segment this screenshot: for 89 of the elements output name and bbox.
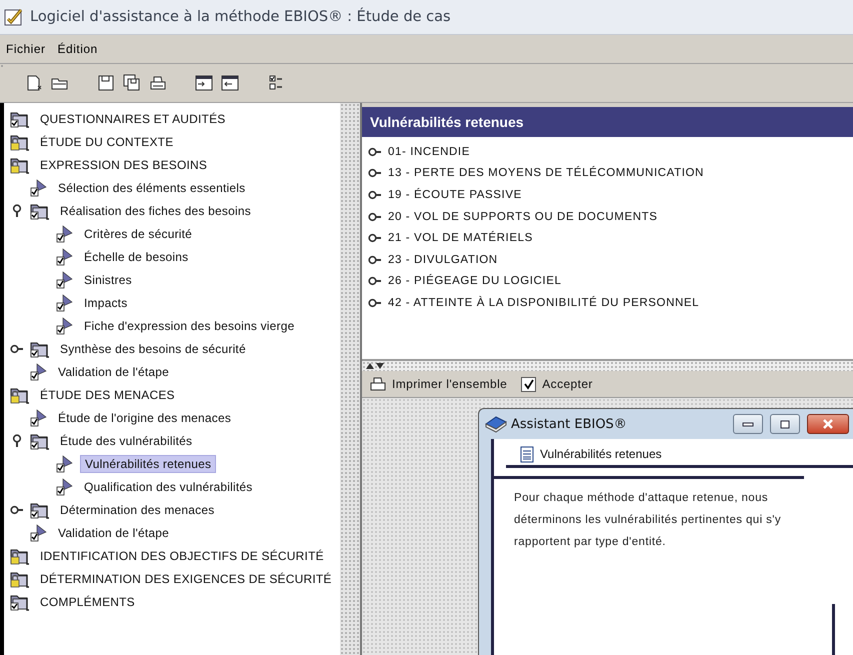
checked-folder-icon [30, 340, 50, 358]
expanded-toggle-icon[interactable] [12, 204, 22, 218]
list-item[interactable]: 21 - VOL DE MATÉRIELS [388, 232, 533, 244]
print-all-link[interactable]: Imprimer l'ensemble [392, 377, 508, 391]
tree-item[interactable]: Détermination des menaces [56, 502, 218, 518]
list-item[interactable]: 01- INCENDIE [388, 146, 470, 158]
tree-item[interactable]: Réalisation des fiches des besoins [56, 202, 255, 218]
tree-item[interactable]: Échelle de besoins [80, 248, 192, 264]
tree-item[interactable]: Validation de l'étape [54, 524, 174, 540]
window-title: Logiciel d'assistance à la méthode EBIOS® : Étude de cas [30, 9, 451, 25]
tree-item[interactable]: COMPLÉMENTS [36, 594, 139, 610]
tree-item[interactable]: QUESTIONNAIRES ET AUDITÉS [36, 110, 230, 126]
list-item[interactable]: 19 - ÉCOUTE PASSIVE [388, 188, 522, 201]
checked-step-icon [30, 408, 48, 426]
locked-folder-icon [10, 570, 30, 588]
tree-item[interactable]: Qualification des vulnérabilités [80, 478, 256, 494]
checked-step-icon [30, 524, 48, 542]
panel-header: Vulnérabilités retenues [362, 107, 853, 137]
tree-item[interactable]: Synthèse des besoins de sécurité [56, 340, 250, 356]
tree-item[interactable]: EXPRESSION DES BESOINS [36, 156, 212, 172]
checked-step-icon [56, 294, 74, 312]
tree-item[interactable]: Validation de l'étape [54, 364, 174, 380]
list-item[interactable]: 13 - PERTE DES MOYENS DE TÉLÉCOMMUNICATION [388, 167, 704, 180]
window-arrow-right-icon[interactable] [194, 73, 214, 93]
checked-step-icon [56, 270, 74, 288]
document-icon [520, 446, 534, 462]
locked-folder-icon [10, 156, 30, 174]
locked-folder-icon [10, 386, 30, 404]
checked-folder-icon [10, 110, 30, 128]
accept-checkbox[interactable] [521, 376, 536, 392]
down-arrow-icon[interactable] [376, 363, 384, 369]
checked-step-icon [30, 178, 48, 196]
minimize-button[interactable] [733, 414, 763, 434]
tree-item[interactable]: Sélection des éléments essentiels [54, 180, 250, 196]
tree-item[interactable]: Impacts [80, 294, 132, 310]
floppy-disks-icon[interactable] [122, 73, 142, 93]
checked-step-icon [56, 316, 74, 334]
tree-item[interactable]: Sinistres [80, 272, 136, 288]
close-button[interactable] [807, 414, 849, 434]
list-item[interactable]: 23 - DIVULGATION [388, 254, 498, 266]
checked-step-icon [56, 478, 74, 496]
description-text: Pour chaque méthode d'attaque retenue, nous déterminons les vulnérabilités pertinentes qui s'y rapportent par type d'entité. [513, 491, 782, 550]
checked-step-icon [56, 454, 74, 472]
checked-step-icon [30, 362, 48, 380]
maximize-button[interactable] [770, 414, 800, 434]
locked-folder-icon [10, 546, 30, 564]
close-icon [822, 419, 834, 429]
key-bullet-icon [368, 233, 382, 244]
checkbox-label: Accepter [542, 377, 593, 391]
locked-folder-icon [10, 132, 30, 150]
list-item[interactable]: 42 - ATTEINTE À LA DISPONIBILITÉ DU PERSONNEL [388, 296, 700, 309]
checked-folder-icon [30, 432, 50, 450]
key-bullet-icon [368, 168, 382, 178]
window-arrow-left-icon[interactable] [220, 73, 240, 93]
key-bullet-icon [368, 190, 382, 200]
checked-folder-icon [10, 592, 30, 610]
printer-icon[interactable] [370, 376, 386, 392]
list-item[interactable]: 20 - VOL DE SUPPORTS OU DE DOCUMENTS [388, 210, 658, 223]
checked-step-icon [56, 248, 74, 266]
key-bullet-icon [368, 146, 382, 157]
tree-item[interactable]: IDENTIFICATION DES OBJECTIFS DE SÉCURITÉ [36, 548, 328, 564]
tree-item[interactable]: Étude des vulnérabilités [56, 432, 196, 448]
up-arrow-icon[interactable] [366, 363, 374, 369]
dialog-title: Assistant EBIOS® [511, 416, 628, 432]
checked-folder-icon [30, 202, 50, 220]
key-bullet-icon [368, 212, 382, 222]
key-bullet-icon [368, 254, 382, 265]
book-icon [485, 415, 507, 433]
checked-folder-icon [30, 500, 50, 518]
tree-item[interactable]: ÉTUDE DU CONTEXTE [36, 134, 178, 150]
maximize-icon [780, 420, 790, 428]
list-item[interactable]: 26 - PIÉGEAGE DU LOGICIEL [388, 275, 562, 288]
collapsed-toggle-icon[interactable] [10, 344, 24, 354]
tree-item[interactable]: Vulnérabilités retenues [80, 454, 216, 472]
tree-item[interactable]: DÉTERMINATION DES EXIGENCES DE SÉCURITÉ [36, 570, 336, 586]
key-bullet-icon [368, 276, 382, 286]
tab-title[interactable]: Vulnérabilités retenues [540, 447, 662, 461]
menu-item[interactable]: Édition [58, 42, 98, 56]
minimize-icon [742, 421, 754, 427]
tree-item[interactable]: ÉTUDE DES MENACES [36, 386, 179, 402]
menu-item[interactable]: Fichier [6, 42, 46, 56]
expanded-toggle-icon[interactable] [12, 434, 22, 448]
key-bullet-icon [368, 298, 382, 308]
checked-step-icon [56, 224, 74, 242]
collapsed-toggle-icon[interactable] [10, 504, 24, 514]
tree-item[interactable]: Étude de l'origine des menaces [54, 410, 236, 426]
app-icon [4, 7, 24, 27]
tree-item[interactable]: Fiche d'expression des besoins vierge [80, 318, 298, 334]
tree-item[interactable]: Critères de sécurité [80, 226, 196, 242]
